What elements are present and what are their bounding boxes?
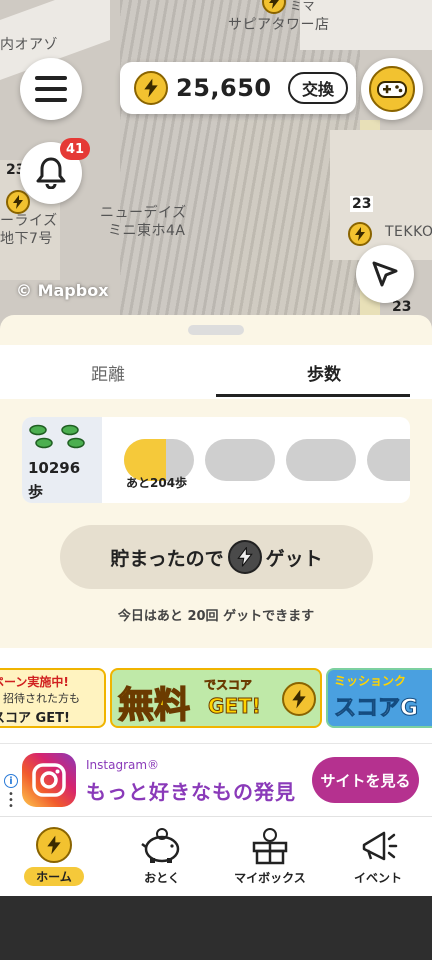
- step-count: 10296: [28, 459, 81, 477]
- map-number: 23: [350, 196, 374, 212]
- coin-balance: 25,650: [176, 74, 272, 102]
- ad-source: Instagram®: [86, 758, 160, 772]
- notification-badge: 41: [60, 138, 90, 160]
- tab-distance[interactable]: 距離: [0, 345, 216, 399]
- step-progress-pill: [205, 439, 275, 481]
- step-count-panel: 10296 歩: [22, 417, 102, 503]
- ad-cta-button[interactable]: サイトを見る: [312, 757, 419, 803]
- ad-info-icon[interactable]: i: [4, 774, 18, 788]
- nav-label: イベント: [353, 871, 402, 885]
- nav-label: ホーム: [24, 867, 84, 886]
- bottom-sheet: 距離 歩数 10296 歩 あと204歩 貯まったので ゲット 今日はあと 20…: [0, 315, 432, 648]
- location-arrow-icon: [372, 261, 398, 287]
- promo-banner[interactable]: ミッションク スコアG: [326, 668, 432, 728]
- gamepad-icon: [369, 66, 415, 112]
- nav-label: マイボックス: [234, 871, 306, 885]
- banner-text: でスコア: [204, 678, 253, 693]
- map-label: ーライズ: [0, 213, 58, 229]
- coin-icon: [134, 71, 168, 105]
- get-button-text: 貯まったので: [110, 547, 224, 570]
- nav-event[interactable]: イベント: [324, 817, 432, 896]
- map-label: サピアタワー店: [228, 17, 330, 33]
- coin-icon: [227, 540, 262, 574]
- ad-banner[interactable]: i • • • Instagram® もっと好きなもの発見 サイトを見る: [0, 743, 432, 816]
- home-coin-icon: [36, 827, 72, 863]
- locate-button[interactable]: [356, 245, 414, 303]
- remaining-steps-caption: あと204歩: [126, 476, 188, 490]
- bell-icon: [36, 157, 66, 189]
- tab-indicator: [216, 394, 410, 397]
- promo-banner[interactable]: ペーン実施中! 、招待された方も スコア GET!: [0, 668, 106, 728]
- map-label: ニューデイズ: [100, 205, 187, 221]
- map-label: 地下7号: [0, 231, 53, 247]
- ad-title: もっと好きなもの発見: [86, 780, 296, 804]
- coin-balance-card: 25,650 交換: [120, 62, 356, 114]
- menu-button[interactable]: [20, 58, 82, 120]
- map-coin-icon[interactable]: [348, 222, 372, 246]
- step-progress-pill: [286, 439, 356, 481]
- map-label: 内オアゾ: [0, 37, 58, 53]
- banner-text: 、招待された方も: [0, 692, 80, 705]
- tab-steps[interactable]: 歩数: [216, 345, 432, 399]
- banner-text: スコア GET!: [0, 711, 70, 726]
- map-label: ミマ: [290, 0, 316, 13]
- footprints-icon: [29, 424, 85, 449]
- exchange-button[interactable]: 交換: [287, 72, 348, 104]
- map-label: ミニ東ホ4A: [108, 223, 186, 239]
- banner-text: ミッションク: [334, 674, 407, 688]
- coin-icon: [282, 682, 316, 716]
- nav-label: おとく: [144, 871, 180, 885]
- map-coin-icon[interactable]: [6, 190, 30, 214]
- nav-mybox[interactable]: マイボックス: [216, 817, 324, 896]
- tab-bar: 距離 歩数: [0, 345, 432, 399]
- map-label: TEKKO: [385, 224, 432, 240]
- step-unit: 歩: [28, 483, 44, 501]
- hamburger-icon: [35, 76, 67, 102]
- banner-text: ペーン実施中!: [0, 675, 69, 689]
- sheet-handle[interactable]: [188, 325, 244, 335]
- banner-text: 無料: [117, 684, 191, 726]
- promo-banner-carousel[interactable]: ペーン実施中! 、招待された方も スコア GET! 無料 でスコア GET! ミ…: [0, 648, 432, 743]
- get-coins-button[interactable]: 貯まったので ゲット: [60, 525, 373, 589]
- nav-deals[interactable]: おとく: [108, 817, 216, 896]
- step-progress-pill: [367, 439, 410, 481]
- step-progress-card: 10296 歩 あと204歩: [22, 417, 410, 503]
- map-number: 23: [392, 299, 412, 315]
- remaining-gets-text: 今日はあと 20回 ゲットできます: [117, 609, 315, 624]
- get-button-text: ゲット: [265, 547, 323, 570]
- megaphone-icon: [362, 831, 398, 861]
- map-view[interactable]: サピアタワー店 ミマ 内オアゾ ニューデイズ ミニ東ホ4A ーライズ 地下7号 …: [0, 0, 432, 330]
- nav-home[interactable]: ホーム: [0, 817, 108, 896]
- ad-menu-icon[interactable]: • • •: [8, 790, 14, 812]
- promo-banner[interactable]: 無料 でスコア GET!: [110, 668, 322, 728]
- banner-text: GET!: [208, 694, 262, 719]
- piggy-bank-icon: [141, 828, 180, 863]
- map-building: [330, 130, 432, 260]
- gift-box-icon: [252, 828, 288, 865]
- bottom-navigation: ホーム おとく マイボックス イベント: [0, 816, 432, 896]
- map-attribution[interactable]: © Mapbox: [16, 281, 109, 300]
- system-navigation-bar: [0, 896, 432, 960]
- instagram-logo-icon: [22, 753, 76, 807]
- game-button[interactable]: [361, 58, 423, 120]
- banner-text: スコアG: [333, 696, 419, 722]
